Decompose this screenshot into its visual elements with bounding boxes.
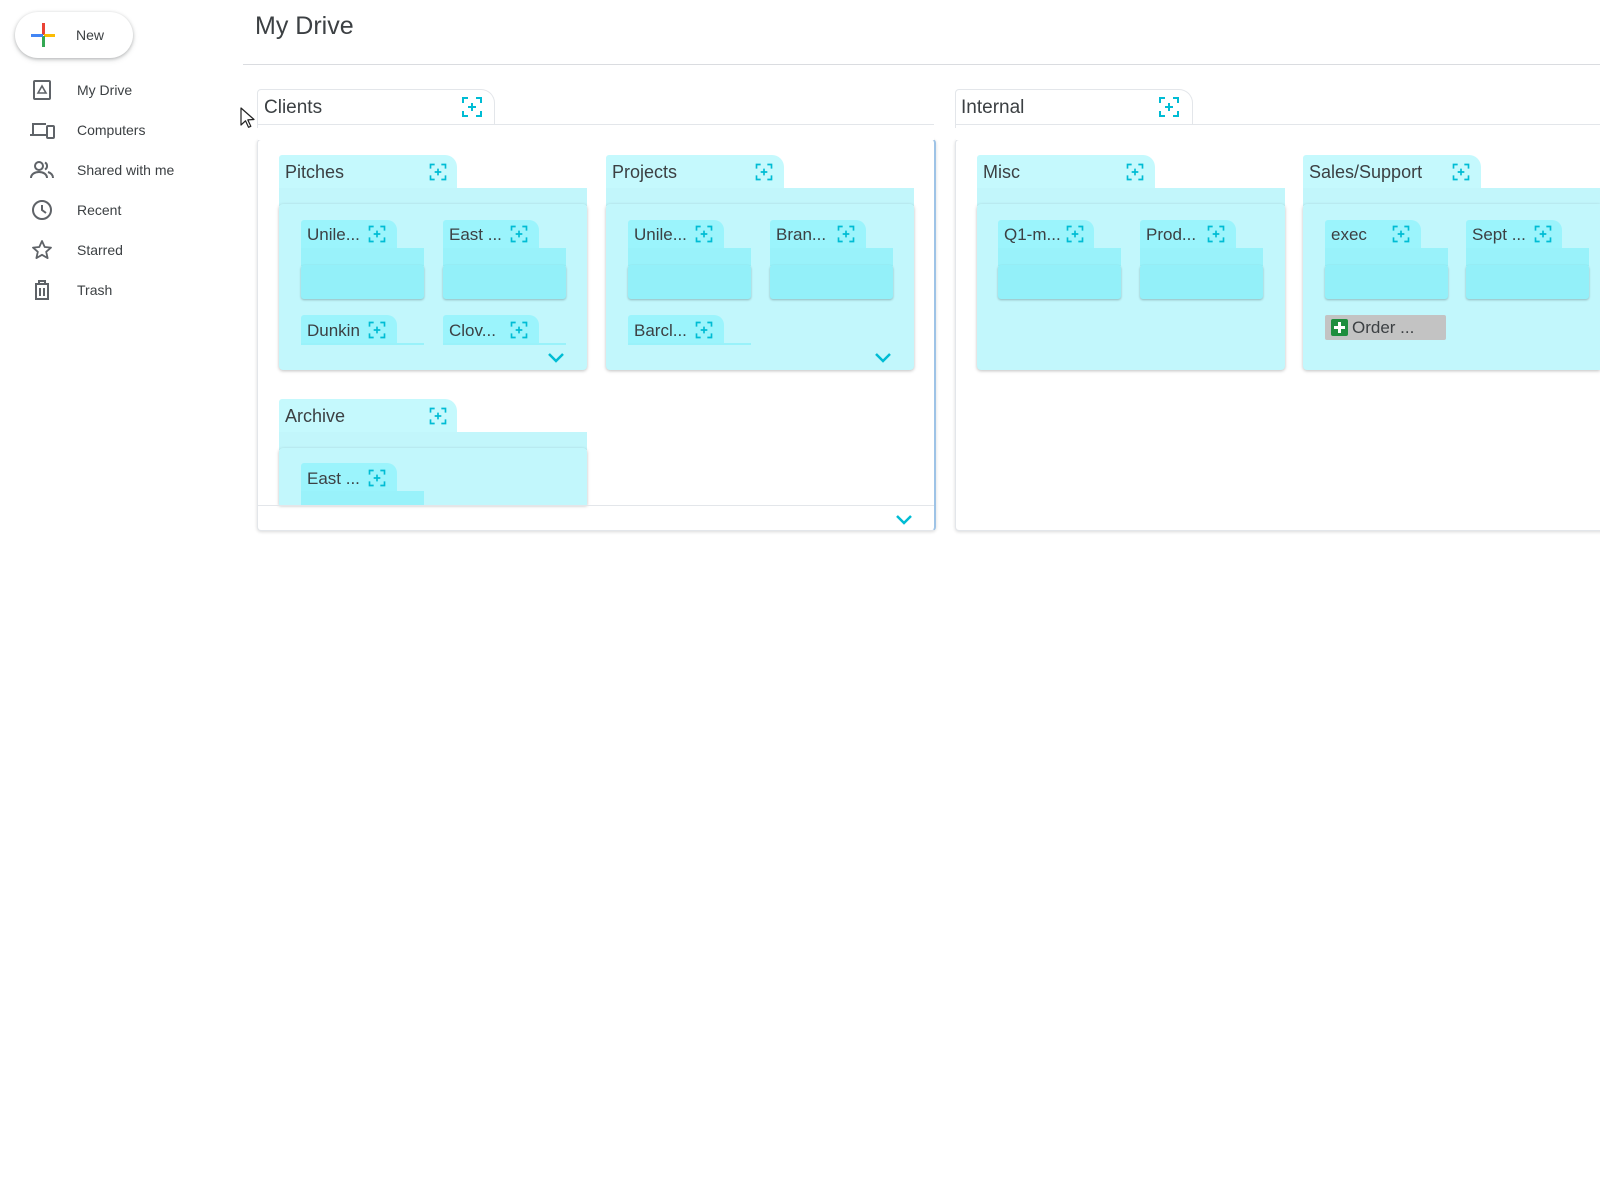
clients-folder-title[interactable]: Clients	[264, 97, 322, 119]
clients-scroll-divider	[258, 505, 934, 506]
mini-folder-lip	[301, 343, 424, 345]
mouse-cursor-icon	[240, 107, 255, 128]
mini-folder-lip	[628, 343, 751, 345]
mini-folder-lip	[301, 248, 424, 266]
sidebar-item-shared[interactable]: Shared with me	[0, 150, 230, 190]
sidebar-item-label: Shared with me	[77, 162, 175, 178]
focus-icon[interactable]	[1065, 224, 1085, 244]
sidebar-item-trash[interactable]: Trash	[0, 270, 230, 310]
mini-folder-body[interactable]	[1466, 265, 1589, 299]
plus-icon	[30, 22, 56, 48]
projects-expand-chevron-icon[interactable]	[873, 351, 893, 365]
mini-folder-title[interactable]: exec	[1331, 225, 1367, 245]
sheets-icon	[1331, 319, 1348, 336]
mini-folder-lip	[1140, 248, 1263, 266]
mini-folder-title[interactable]: Sept ...	[1472, 225, 1526, 245]
focus-icon[interactable]	[694, 224, 714, 244]
pitches-expand-chevron-icon[interactable]	[546, 351, 566, 365]
mini-folder-title[interactable]: Clov...	[449, 321, 496, 341]
focus-icon[interactable]	[367, 320, 387, 340]
mini-folder-title[interactable]: Unile...	[307, 225, 360, 245]
focus-icon[interactable]	[836, 224, 856, 244]
focus-icon[interactable]	[367, 468, 387, 488]
file-name: Order ...	[1352, 317, 1415, 337]
new-button-label: New	[76, 27, 105, 43]
header-divider	[243, 64, 1600, 65]
mini-folder-lip	[998, 248, 1121, 266]
internal-folder-lip	[956, 124, 1600, 140]
drive-icon	[29, 77, 55, 103]
projects-focus-icon[interactable]	[754, 162, 774, 182]
mini-folder-body[interactable]	[998, 265, 1121, 299]
focus-icon[interactable]	[509, 224, 529, 244]
sidebar-item-label: Trash	[77, 282, 113, 298]
trash-icon	[29, 277, 55, 303]
pitches-focus-icon[interactable]	[428, 162, 448, 182]
mini-folder-body[interactable]	[301, 265, 424, 299]
mini-folder-lip	[628, 248, 751, 266]
shared-icon	[29, 157, 55, 183]
projects-folder-title[interactable]: Projects	[612, 162, 677, 183]
mini-folder-body[interactable]	[1140, 265, 1263, 299]
mini-folder-body[interactable]	[1325, 265, 1448, 299]
internal-folder-title[interactable]: Internal	[961, 97, 1024, 119]
spreadsheet-file-chip[interactable]: Order ...	[1325, 315, 1446, 340]
focus-icon[interactable]	[367, 224, 387, 244]
mini-folder-lip	[1325, 248, 1448, 266]
mini-folder-lip	[443, 343, 566, 345]
sidebar-item-label: My Drive	[77, 82, 133, 98]
sidebar-item-my-drive[interactable]: My Drive	[0, 70, 230, 110]
mini-folder-body[interactable]	[770, 265, 893, 299]
clock-icon	[29, 197, 55, 223]
archive-folder-title[interactable]: Archive	[285, 406, 345, 427]
mini-folder-title[interactable]: Bran...	[776, 225, 826, 245]
sidebar-nav: My Drive Computers Shared with me Recent…	[0, 70, 230, 310]
page-title: My Drive	[255, 12, 354, 40]
focus-icon[interactable]	[509, 320, 529, 340]
sidebar-item-label: Starred	[77, 242, 123, 258]
new-button[interactable]: New	[15, 12, 133, 58]
sales-support-focus-icon[interactable]	[1451, 162, 1471, 182]
computers-icon	[29, 117, 55, 143]
mini-folder-lip	[443, 248, 566, 266]
focus-icon[interactable]	[694, 320, 714, 340]
clients-folder-lip	[258, 124, 934, 140]
focus-icon[interactable]	[1391, 224, 1411, 244]
sidebar-item-label: Recent	[77, 202, 122, 218]
mini-folder-lip	[1466, 248, 1589, 266]
clients-expand-chevron-icon[interactable]	[894, 513, 914, 527]
mini-folder-title[interactable]: Dunkin	[307, 321, 360, 341]
pitches-folder-title[interactable]: Pitches	[285, 162, 344, 183]
misc-focus-icon[interactable]	[1125, 162, 1145, 182]
archive-focus-icon[interactable]	[428, 406, 448, 426]
mini-folder-title[interactable]: Prod...	[1146, 225, 1196, 245]
clients-focus-icon[interactable]	[460, 95, 484, 119]
mini-folder-title[interactable]: Unile...	[634, 225, 687, 245]
sales-support-folder-title[interactable]: Sales/Support	[1309, 162, 1422, 183]
mini-folder-title[interactable]: East ...	[307, 469, 360, 489]
misc-folder-title[interactable]: Misc	[983, 162, 1020, 183]
mini-folder-title[interactable]: Q1-m...	[1004, 225, 1061, 245]
focus-icon[interactable]	[1533, 224, 1553, 244]
focus-icon[interactable]	[1206, 224, 1226, 244]
star-icon	[29, 237, 55, 263]
mini-folder-lip	[770, 248, 893, 266]
mini-folder-title[interactable]: Barcl...	[634, 321, 687, 341]
sidebar-item-recent[interactable]: Recent	[0, 190, 230, 230]
sidebar-item-computers[interactable]: Computers	[0, 110, 230, 150]
internal-focus-icon[interactable]	[1157, 95, 1181, 119]
mini-folder-title[interactable]: East ...	[449, 225, 502, 245]
sidebar-item-label: Computers	[77, 122, 146, 138]
sidebar-item-starred[interactable]: Starred	[0, 230, 230, 270]
mini-folder-body[interactable]	[443, 265, 566, 299]
mini-folder-lip	[301, 491, 424, 505]
mini-folder-body[interactable]	[628, 265, 751, 299]
